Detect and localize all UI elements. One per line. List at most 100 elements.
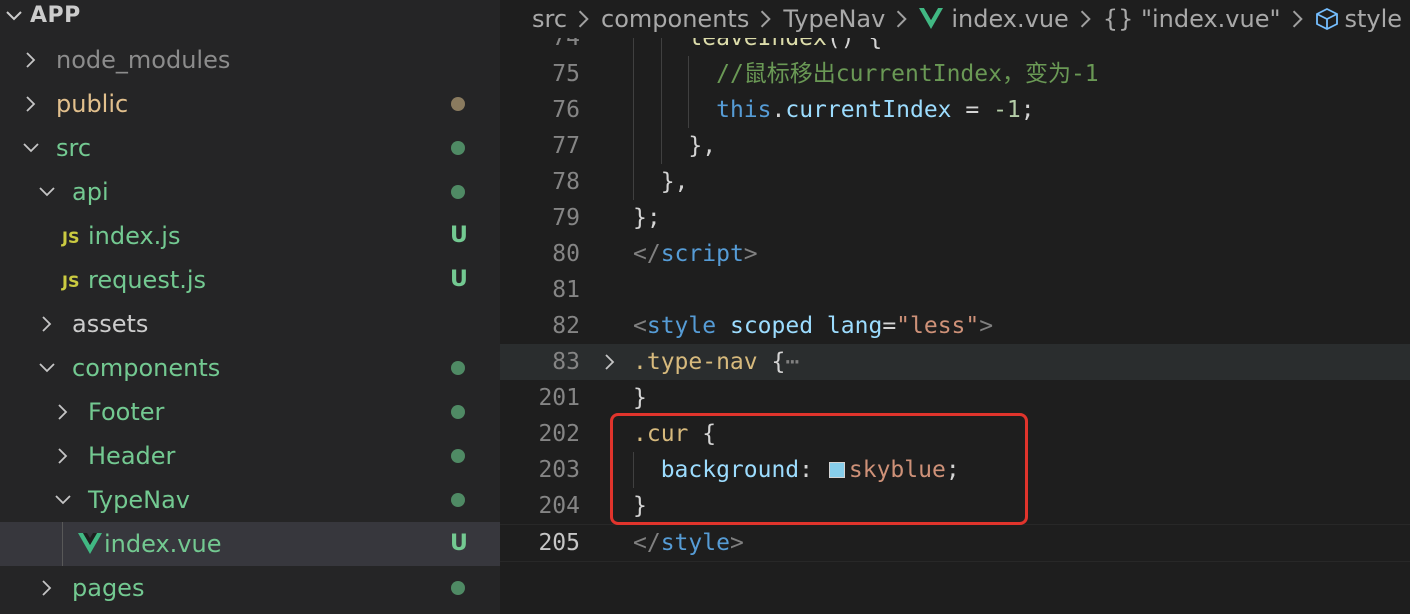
code-token: </ <box>633 241 661 267</box>
code-line[interactable]: 83 .type-nav {⋯ <box>500 344 1410 380</box>
code-text: this.currentIndex = -1; <box>716 92 1035 128</box>
breadcrumb-item[interactable]: {} "index.vue" <box>1103 5 1281 33</box>
git-status-dot <box>451 185 465 199</box>
chevron-down-icon[interactable] <box>22 139 40 157</box>
breadcrumb-item[interactable]: TypeNav <box>783 5 885 33</box>
tree-item-label: node_modules <box>56 46 231 74</box>
tree-item-label: Footer <box>88 398 165 426</box>
code-token: }; <box>633 205 661 231</box>
line-number: 80 <box>552 241 580 267</box>
chevron-right-icon[interactable] <box>38 315 56 333</box>
indent-guide <box>62 522 63 566</box>
tree-item-label: index.vue <box>104 530 222 558</box>
breadcrumb-item[interactable]: style <box>1345 5 1403 33</box>
chevron-right-icon[interactable] <box>38 579 56 597</box>
code-token: style <box>646 313 717 339</box>
code-line[interactable]: 80 </script> <box>500 236 1410 272</box>
code-line[interactable]: 77}, <box>500 128 1410 164</box>
code-token: = <box>882 313 897 339</box>
indent-guide <box>688 56 690 92</box>
indent-guide <box>660 92 662 128</box>
code-token: style <box>660 530 730 556</box>
chevron-down-icon <box>6 11 22 21</box>
chevron-right-icon[interactable] <box>22 51 40 69</box>
tree-folder-footer[interactable]: Footer <box>0 390 500 434</box>
tree-item-label: pages <box>72 574 145 602</box>
code-token: ⋯ <box>785 349 800 375</box>
code-text: .type-nav {⋯ <box>633 344 799 380</box>
tree-folder-public[interactable]: public <box>0 82 500 126</box>
code-text: </script> <box>633 236 758 272</box>
chevron-right-icon[interactable] <box>54 403 72 421</box>
code-token: . <box>771 97 786 123</box>
line-number: 78 <box>552 169 580 195</box>
tree-folder-src[interactable]: src <box>0 126 500 170</box>
indent-guide <box>660 56 662 92</box>
tree-item-label: request.js <box>88 266 207 294</box>
code-line[interactable]: 201} <box>500 380 1410 416</box>
git-status-dot <box>451 493 465 507</box>
indent-guide <box>633 164 634 200</box>
chevron-right-icon[interactable] <box>22 95 40 113</box>
js-file-icon: JS <box>62 272 80 291</box>
code-text: }, <box>661 164 689 200</box>
code-token: < <box>633 313 647 339</box>
code-line[interactable]: 75 //鼠标移出currentIndex，变为-1 <box>500 56 1410 92</box>
code-token: ; <box>1020 97 1035 123</box>
tree-file-index-vue[interactable]: index.vue U <box>0 522 500 566</box>
fold-chevron-right-icon[interactable] <box>601 353 619 371</box>
chevron-right-icon <box>1292 10 1303 28</box>
code-line[interactable]: 79}; <box>500 200 1410 236</box>
breadcrumb-item[interactable]: index.vue <box>951 5 1068 33</box>
code-line[interactable]: 76 this.currentIndex = -1; <box>500 92 1410 128</box>
breadcrumb-item[interactable]: src <box>532 5 567 33</box>
tree-file-index-js[interactable]: JS index.js U <box>0 214 500 258</box>
code-line[interactable]: 82 <style scoped lang="less"> <box>500 308 1410 344</box>
untracked-badge: U <box>450 531 468 556</box>
explorer-section-header[interactable]: APP <box>0 0 500 34</box>
code-line[interactable]: 205 </style> <box>500 524 1410 562</box>
line-number: 82 <box>552 313 580 339</box>
code-token: lang <box>826 313 883 339</box>
line-number: 204 <box>538 493 580 519</box>
chevron-down-icon[interactable] <box>38 183 56 201</box>
tree-folder-header[interactable]: Header <box>0 434 500 478</box>
git-status-dot <box>451 581 465 595</box>
chevron-right-icon <box>897 10 908 28</box>
chevron-down-icon[interactable] <box>38 359 56 377</box>
chevron-right-icon <box>761 10 772 28</box>
code-token: }, <box>688 133 717 159</box>
chevron-down-icon[interactable] <box>54 491 72 509</box>
line-number: 79 <box>552 205 580 231</box>
code-line[interactable]: 78}, <box>500 164 1410 200</box>
tree-item-label: src <box>56 134 92 162</box>
tree-folder-assets[interactable]: assets <box>0 302 500 346</box>
code-token: .type-nav <box>633 349 758 375</box>
tree-folder-typenav[interactable]: TypeNav <box>0 478 500 522</box>
code-text: } <box>633 380 647 416</box>
code-token: this <box>716 97 772 123</box>
code-token: > <box>979 313 994 339</box>
line-number: 77 <box>552 133 580 159</box>
tree-folder-components[interactable]: components <box>0 346 500 390</box>
code-token: = <box>951 97 994 123</box>
tree-folder-pages[interactable]: pages <box>0 566 500 610</box>
line-number: 203 <box>538 457 580 483</box>
line-number: 83 <box>552 349 580 375</box>
breadcrumb: src components TypeNav index.vue {} "index.v… <box>500 0 1410 38</box>
git-status-dot <box>451 405 465 419</box>
tree-file-request-js[interactable]: JS request.js U <box>0 258 500 302</box>
code-token: //鼠标移出currentIndex，变为-1 <box>716 61 1099 87</box>
line-number: 202 <box>538 421 580 447</box>
breadcrumb-item[interactable]: components <box>601 5 749 33</box>
tree-folder-node_modules[interactable]: node_modules <box>0 38 500 82</box>
chevron-right-icon[interactable] <box>54 447 72 465</box>
tree-folder-api[interactable]: api <box>0 170 500 214</box>
chevron-right-icon <box>578 10 589 28</box>
line-number: 75 <box>552 61 580 87</box>
line-number: 76 <box>552 97 580 123</box>
tree-item-label: TypeNav <box>88 486 190 514</box>
tree-item-label: index.js <box>88 222 181 250</box>
code-line[interactable]: 81 <box>500 272 1410 308</box>
